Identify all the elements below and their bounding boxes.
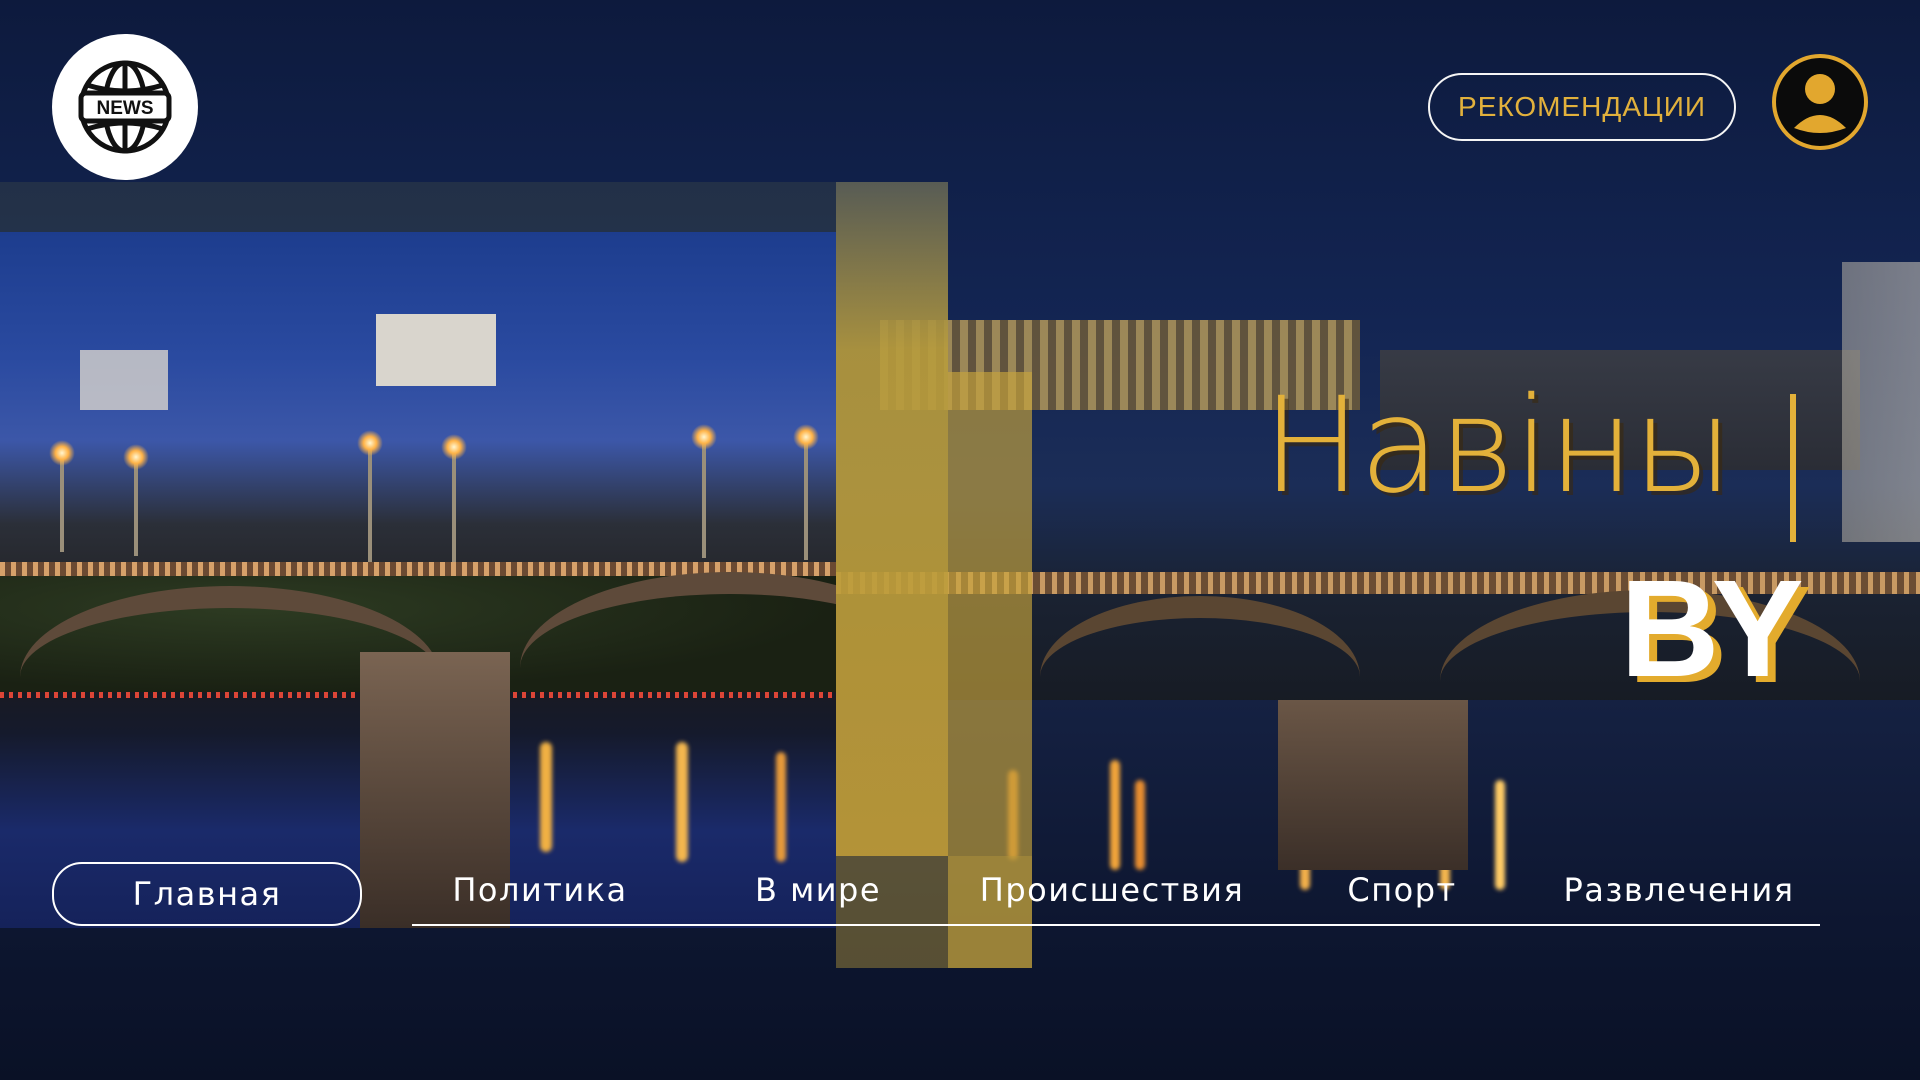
featured-photo [0, 232, 836, 928]
recommendations-button[interactable]: РЕКОМЕНДАЦИИ [1428, 73, 1736, 141]
nav-item-world[interactable]: В мире [746, 866, 890, 914]
globe-icon: NEWS [78, 60, 172, 154]
text-cursor [1790, 394, 1796, 542]
news-logo[interactable]: NEWS [52, 34, 198, 180]
profile-button[interactable] [1772, 54, 1868, 150]
site-subtitle: BY BY [1620, 552, 1830, 706]
site-title: Навіны [1262, 369, 1733, 523]
tower-building [1842, 262, 1920, 542]
nav-item-entertainment[interactable]: Развлечения [1556, 866, 1802, 914]
bridge-pier [1278, 700, 1468, 870]
street-lamp [691, 424, 717, 558]
light-reflection [540, 742, 552, 852]
street-lamp [123, 444, 149, 556]
building [80, 350, 168, 410]
nav-item-home[interactable]: Главная [52, 862, 362, 926]
light-reflection [776, 752, 786, 862]
building [376, 314, 496, 386]
nav-item-sport[interactable]: Спорт [1340, 866, 1464, 914]
nav-underline [412, 924, 1820, 926]
subtitle-text: BY [1620, 552, 1804, 706]
nav-item-incidents[interactable]: Происшествия [972, 866, 1252, 914]
light-reflection [676, 742, 688, 862]
logo-text: NEWS [97, 98, 154, 119]
street-lamp [357, 430, 383, 562]
nav-item-politics[interactable]: Политика [448, 866, 632, 914]
street-lamp [49, 440, 75, 552]
gold-overlay-block [836, 182, 948, 856]
street-lamp [441, 434, 467, 564]
street-lamp [793, 424, 819, 560]
user-icon [1794, 74, 1846, 133]
